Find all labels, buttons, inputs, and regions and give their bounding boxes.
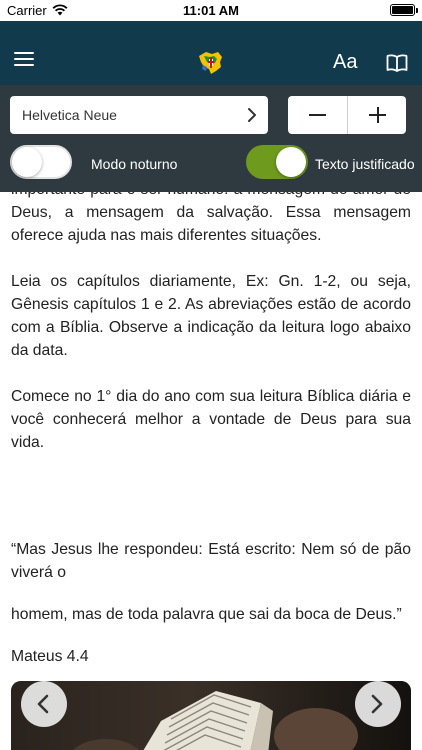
font-size-stepper bbox=[288, 96, 406, 134]
font-size-button[interactable]: Aa bbox=[333, 51, 357, 74]
paragraph: Leia os capítulos diariamente, Ex: Gn. 1… bbox=[11, 273, 411, 359]
paragraph: Comece no 1° dia do ano com sua leitura … bbox=[11, 388, 411, 451]
book-icon[interactable] bbox=[386, 53, 408, 73]
verse-reference: Mateus 4.4 bbox=[11, 648, 89, 665]
font-family-select[interactable]: Helvetica Neue bbox=[10, 96, 268, 134]
carousel-prev-button[interactable] bbox=[21, 681, 67, 727]
chevron-right-icon bbox=[248, 108, 256, 122]
settings-panel: Helvetica Neue Modo noturno Texto justif… bbox=[0, 85, 422, 192]
nav-bar: Aa bbox=[0, 21, 422, 85]
paragraph: importante para o ser humano: a mensagem… bbox=[11, 192, 411, 244]
battery-icon bbox=[390, 4, 418, 16]
bible-photo bbox=[11, 681, 411, 750]
increase-font-button[interactable] bbox=[347, 96, 406, 134]
justified-text-label: Texto justificado bbox=[315, 156, 415, 172]
chevron-right-icon bbox=[371, 694, 383, 714]
verse-line: homem, mas de toda palavra que sai da bo… bbox=[11, 606, 402, 623]
reading-content[interactable]: importante para o ser humano: a mensagem… bbox=[0, 192, 422, 750]
decrease-font-button[interactable] bbox=[288, 96, 347, 134]
logo-icon bbox=[199, 52, 222, 74]
status-bar: Carrier 11:01 AM bbox=[0, 0, 422, 21]
verse-line: “Mas Jesus lhe respondeu: Está escrito: … bbox=[11, 541, 411, 581]
menu-icon[interactable] bbox=[14, 52, 34, 68]
carousel-next-button[interactable] bbox=[355, 681, 401, 727]
night-mode-toggle[interactable] bbox=[10, 145, 72, 179]
clock: 11:01 AM bbox=[183, 3, 239, 18]
justified-text-toggle[interactable] bbox=[246, 145, 308, 179]
chevron-left-icon bbox=[37, 694, 49, 714]
image-carousel[interactable] bbox=[11, 681, 411, 750]
font-family-value: Helvetica Neue bbox=[22, 107, 117, 123]
night-mode-label: Modo noturno bbox=[91, 156, 178, 172]
